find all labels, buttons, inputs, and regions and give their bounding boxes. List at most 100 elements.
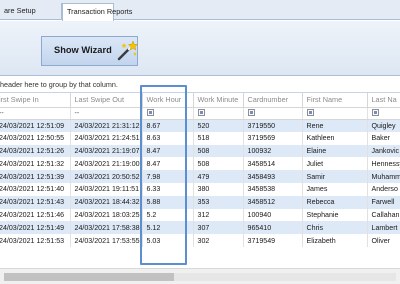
column-header-last-name[interactable]: Last Na [367,93,400,108]
table-cell[interactable]: 518 [193,131,244,145]
filter-cell[interactable] [142,107,194,120]
table-cell[interactable]: 3719549 [243,234,303,247]
table-cell[interactable]: 508 [193,157,244,171]
filter-cell[interactable]: -- [0,107,71,120]
show-wizard-button[interactable]: Show Wizard [41,36,138,66]
table-cell[interactable]: Muhamm [367,170,400,183]
table-cell[interactable]: 3719550 [243,119,303,132]
table-cell[interactable]: 479 [193,170,244,183]
table-row[interactable]: 24/03/2021 12:51:43 24/03/2021 18:44:32 5.… [0,195,400,209]
filter-cell[interactable]: -- [70,107,143,120]
table-cell[interactable]: 24/03/2021 12:51:46 [0,208,71,222]
table-cell[interactable]: 508 [193,144,244,158]
table-cell[interactable]: 24/03/2021 21:19:00 [70,157,143,171]
scrollbar-track[interactable] [4,273,396,281]
table-cell[interactable]: Juliet [302,157,368,171]
table-cell[interactable]: 24/03/2021 12:51:32 [0,157,71,171]
table-cell[interactable]: Elizabeth [302,234,368,247]
table-cell[interactable]: 302 [193,234,244,247]
table-cell[interactable]: 5.2 [142,208,194,222]
group-by-panel[interactable]: header here to group by that column. [0,76,400,90]
table-row[interactable]: 24/03/2021 12:51:39 24/03/2021 20:50:52 7.… [0,170,400,183]
table-row[interactable]: 24/03/2021 12:51:49 24/03/2021 17:58:38 5.… [0,221,400,235]
scrollbar-thumb[interactable] [4,273,174,281]
table-cell[interactable]: 24/03/2021 12:51:39 [0,170,71,183]
filter-icon[interactable] [146,108,154,116]
table-cell[interactable]: Lambert [367,221,400,235]
table-cell[interactable]: James [302,182,368,196]
filter-icon[interactable] [197,108,205,116]
table-cell[interactable]: 24/03/2021 20:50:52 [70,170,143,183]
table-cell[interactable]: 5.88 [142,195,194,209]
table-cell[interactable]: Samir [302,170,368,183]
table-cell[interactable]: 24/03/2021 12:51:49 [0,221,71,235]
table-cell[interactable]: Anderso [367,182,400,196]
table-row[interactable]: 24/03/2021 12:51:53 24/03/2021 17:53:55 5.… [0,234,400,247]
filter-cell[interactable] [243,107,303,120]
table-cell[interactable]: 24/03/2021 12:50:55 [0,131,71,145]
table-cell[interactable]: 24/03/2021 21:31:12 [70,119,143,132]
table-row[interactable]: 24/03/2021 12:50:55 24/03/2021 21:24:51 8.… [0,131,400,145]
table-cell[interactable]: 24/03/2021 12:51:09 [0,119,71,132]
table-cell[interactable]: 24/03/2021 18:44:32 [70,195,143,209]
tab-software-setup[interactable]: are Setup [0,3,62,20]
column-header-work-minute[interactable]: Work Minute [193,93,244,108]
column-header-first-name[interactable]: First Name [302,93,368,108]
column-header-cardnumber[interactable]: Cardnumber [243,93,303,108]
table-cell[interactable]: 24/03/2021 17:53:55 [70,234,143,247]
filter-icon[interactable] [371,108,379,116]
table-cell[interactable]: 24/03/2021 21:19:07 [70,144,143,158]
table-cell[interactable]: Farwell [367,195,400,209]
table-cell[interactable]: 100940 [243,208,303,222]
table-cell[interactable]: 24/03/2021 12:51:43 [0,195,71,209]
table-cell[interactable]: 8.47 [142,157,194,171]
table-cell[interactable]: 24/03/2021 12:51:53 [0,234,71,247]
table-cell[interactable]: 3458514 [243,157,303,171]
table-cell[interactable]: 965410 [243,221,303,235]
table-cell[interactable]: Oliver [367,234,400,247]
table-cell[interactable]: 3458512 [243,195,303,209]
filter-cell[interactable] [367,107,400,120]
table-cell[interactable]: 7.98 [142,170,194,183]
filter-cell[interactable] [193,107,244,120]
table-row[interactable]: 24/03/2021 12:51:09 24/03/2021 21:31:12 8.… [0,119,400,132]
tab-transaction-reports[interactable]: Transaction Reports [62,3,132,21]
table-cell[interactable]: Jankovic [367,144,400,158]
table-cell[interactable]: 8.63 [142,131,194,145]
table-cell[interactable]: 8.67 [142,119,194,132]
table-cell[interactable]: 5.03 [142,234,194,247]
table-cell[interactable]: Baker [367,131,400,145]
column-header-first-swipe-in[interactable]: irst Swipe In [0,93,71,108]
table-cell[interactable]: 520 [193,119,244,132]
table-cell[interactable]: 3719569 [243,131,303,145]
table-row[interactable]: 24/03/2021 12:51:32 24/03/2021 21:19:00 8.… [0,157,400,171]
table-cell[interactable]: 24/03/2021 12:51:40 [0,182,71,196]
table-cell[interactable]: 24/03/2021 21:24:51 [70,131,143,145]
table-cell[interactable]: 353 [193,195,244,209]
column-header-last-swipe-out[interactable]: Last Swipe Out [70,93,143,108]
table-cell[interactable]: 24/03/2021 12:51:26 [0,144,71,158]
table-cell[interactable]: Hennessy [367,157,400,171]
filter-icon[interactable] [306,108,314,116]
table-cell[interactable]: Elaine [302,144,368,158]
table-cell[interactable]: 100932 [243,144,303,158]
table-cell[interactable]: 6.33 [142,182,194,196]
table-cell[interactable]: 24/03/2021 18:03:25 [70,208,143,222]
table-row[interactable]: 24/03/2021 12:51:26 24/03/2021 21:19:07 8.… [0,144,400,158]
table-cell[interactable]: 3458538 [243,182,303,196]
table-cell[interactable]: Quigley [367,119,400,132]
table-cell[interactable]: Kathleen [302,131,368,145]
table-row[interactable]: 24/03/2021 12:51:40 24/03/2021 19:11:51 6.… [0,182,400,196]
table-cell[interactable]: Rene [302,119,368,132]
table-cell[interactable]: 24/03/2021 19:11:51 [70,182,143,196]
filter-row[interactable]: -- -- [0,107,400,120]
column-header-work-hour[interactable]: Work Hour [142,93,194,108]
table-cell[interactable]: 5.12 [142,221,194,235]
table-row[interactable]: 24/03/2021 12:51:46 24/03/2021 18:03:25 5.… [0,208,400,222]
table-cell[interactable]: 3458493 [243,170,303,183]
horizontal-scrollbar[interactable] [0,268,400,284]
table-cell[interactable]: Stephanie [302,208,368,222]
table-cell[interactable]: 380 [193,182,244,196]
table-cell[interactable]: 307 [193,221,244,235]
table-cell[interactable]: Rebecca [302,195,368,209]
